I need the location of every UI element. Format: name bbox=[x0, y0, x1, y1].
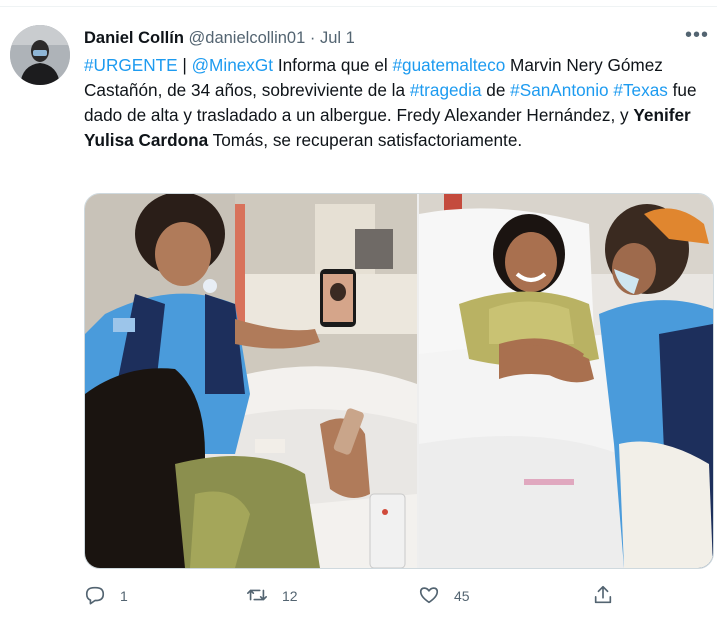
photo-left[interactable] bbox=[85, 194, 417, 568]
hashtag-sanantonio[interactable]: #SanAntonio bbox=[510, 80, 608, 100]
media-grid bbox=[84, 193, 714, 569]
tweet-date[interactable]: Jul 1 bbox=[320, 29, 355, 47]
header-separator: · bbox=[309, 29, 316, 47]
tweet-actions: 1 12 45 bbox=[84, 583, 712, 609]
like-button[interactable]: 45 bbox=[418, 583, 470, 609]
share-icon bbox=[592, 584, 614, 609]
hashtag-tragedia[interactable]: #tragedia bbox=[410, 80, 482, 100]
retweet-button[interactable]: 12 bbox=[246, 583, 298, 609]
more-icon[interactable]: ••• bbox=[685, 25, 709, 45]
photo-right[interactable] bbox=[419, 194, 713, 568]
tweet-header: Daniel Collín @danielcollin01 · Jul 1 bbox=[84, 28, 355, 48]
hashtag-guatemalteco[interactable]: #guatemalteco bbox=[393, 55, 506, 75]
reply-button[interactable]: 1 bbox=[84, 583, 128, 609]
author-name[interactable]: Daniel Collín bbox=[84, 29, 184, 47]
hashtag-urgente[interactable]: #URGENTE bbox=[84, 55, 178, 75]
retweet-count: 12 bbox=[282, 588, 298, 604]
like-count: 45 bbox=[454, 588, 470, 604]
hashtag-texas[interactable]: #Texas bbox=[613, 80, 667, 100]
top-divider bbox=[0, 6, 717, 7]
mention-minexgt[interactable]: @MinexGt bbox=[192, 55, 273, 75]
tweet-text: #URGENTE | @MinexGt Informa que el #guat… bbox=[84, 53, 714, 153]
reply-icon bbox=[84, 584, 106, 609]
text-segment: | bbox=[177, 55, 192, 75]
text-segment: de bbox=[481, 80, 511, 100]
avatar[interactable] bbox=[10, 25, 70, 85]
like-icon bbox=[418, 584, 440, 609]
author-handle[interactable]: @danielcollin01 bbox=[189, 29, 306, 47]
retweet-icon bbox=[246, 584, 268, 609]
text-segment: Tomás, se recuperan satisfactoriamente. bbox=[208, 130, 523, 150]
reply-count: 1 bbox=[120, 588, 128, 604]
text-segment: Informa que el bbox=[273, 55, 393, 75]
share-button[interactable] bbox=[592, 583, 614, 609]
